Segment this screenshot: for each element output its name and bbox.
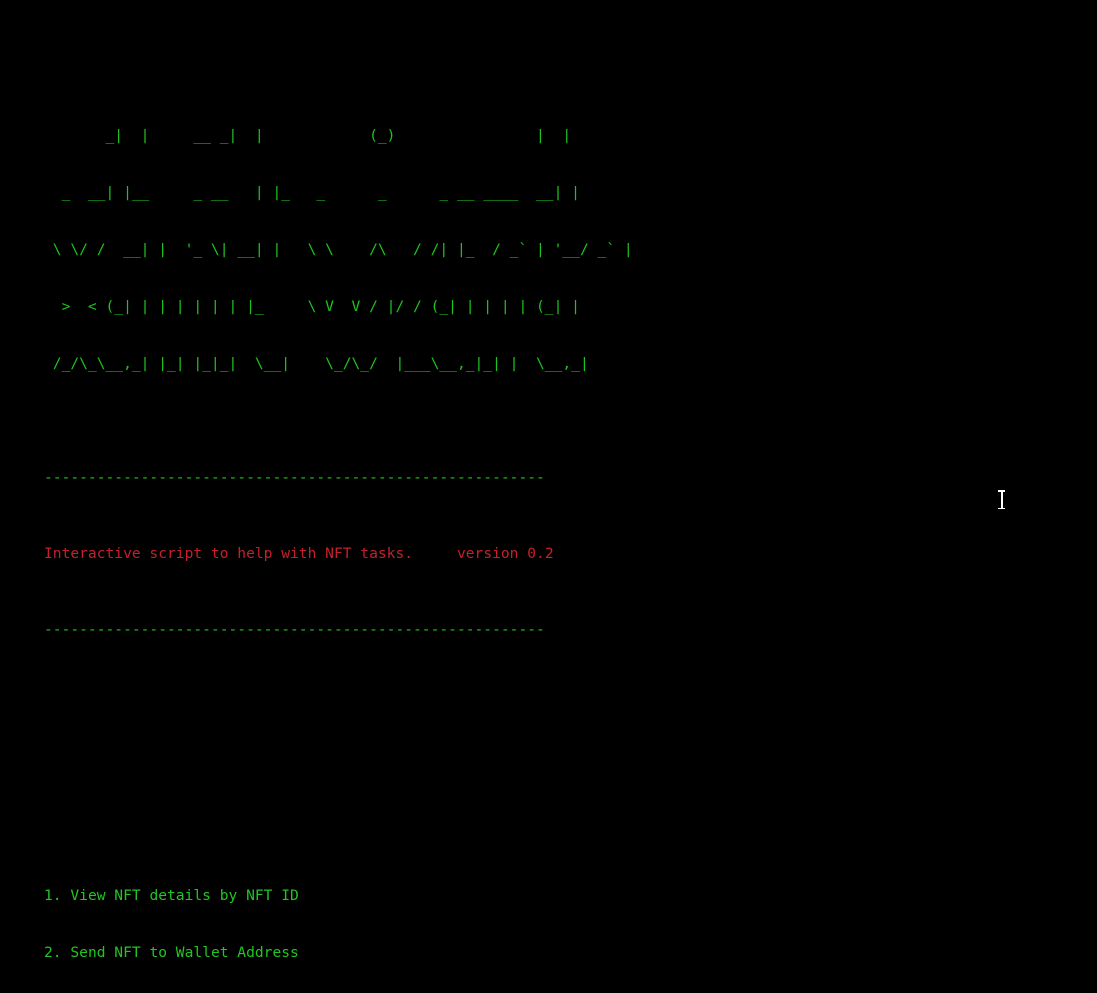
spacer-after-banner <box>44 696 1010 715</box>
terminal-window[interactable]: _| | __ _| | (_) | | _ __| |__ _ __ | |_… <box>0 0 1097 993</box>
menu-item-1-label: View NFT details by NFT ID <box>70 887 299 904</box>
ascii-art-line-4: > < (_| | | | | | | |_ \ V V / |/ / (_| … <box>44 298 580 315</box>
banner-subtitle-gap <box>413 545 457 562</box>
ascii-art-line-3: \ \/ / __| | '_ \| __| | \ \ /\ / /| |_ … <box>44 241 633 258</box>
ascii-art-line-5: /_/\_\__,_| |_| |_|_| \__| \_/\_/ |___\_… <box>44 355 589 372</box>
terminal-screen: _| | __ _| | (_) | | _ __| |__ _ __ | |_… <box>44 12 1010 993</box>
menu-item-1-key: 1. <box>44 887 62 904</box>
banner-version: version 0.2 <box>456 545 554 562</box>
banner-subtitle-row: Interactive script to help with NFT task… <box>44 544 1010 563</box>
banner-subtitle: Interactive script to help with NFT task… <box>44 545 414 562</box>
main-menu: 1. View NFT details by NFT ID 2. Send NF… <box>44 848 1010 993</box>
menu-item-2-label: Send NFT to Wallet Address <box>70 944 299 961</box>
menu-item-1[interactable]: 1. View NFT details by NFT ID <box>44 886 1010 905</box>
ascii-art-banner: _| | __ _| | (_) | | _ __| |__ _ __ | |_… <box>44 88 1010 411</box>
menu-item-2-key: 2. <box>44 944 62 961</box>
menu-item-2[interactable]: 2. Send NFT to Wallet Address <box>44 943 1010 962</box>
banner-divider-bottom: ----------------------------------------… <box>44 621 545 638</box>
spacer-after-banner-2 <box>44 753 1010 772</box>
ascii-art-line-1: _| | __ _| | (_) | | <box>44 127 572 144</box>
banner-divider-top: ----------------------------------------… <box>44 469 545 486</box>
ascii-art-line-2: _ __| |__ _ __ | |_ _ _ _ __ ____ __| | <box>44 184 580 201</box>
